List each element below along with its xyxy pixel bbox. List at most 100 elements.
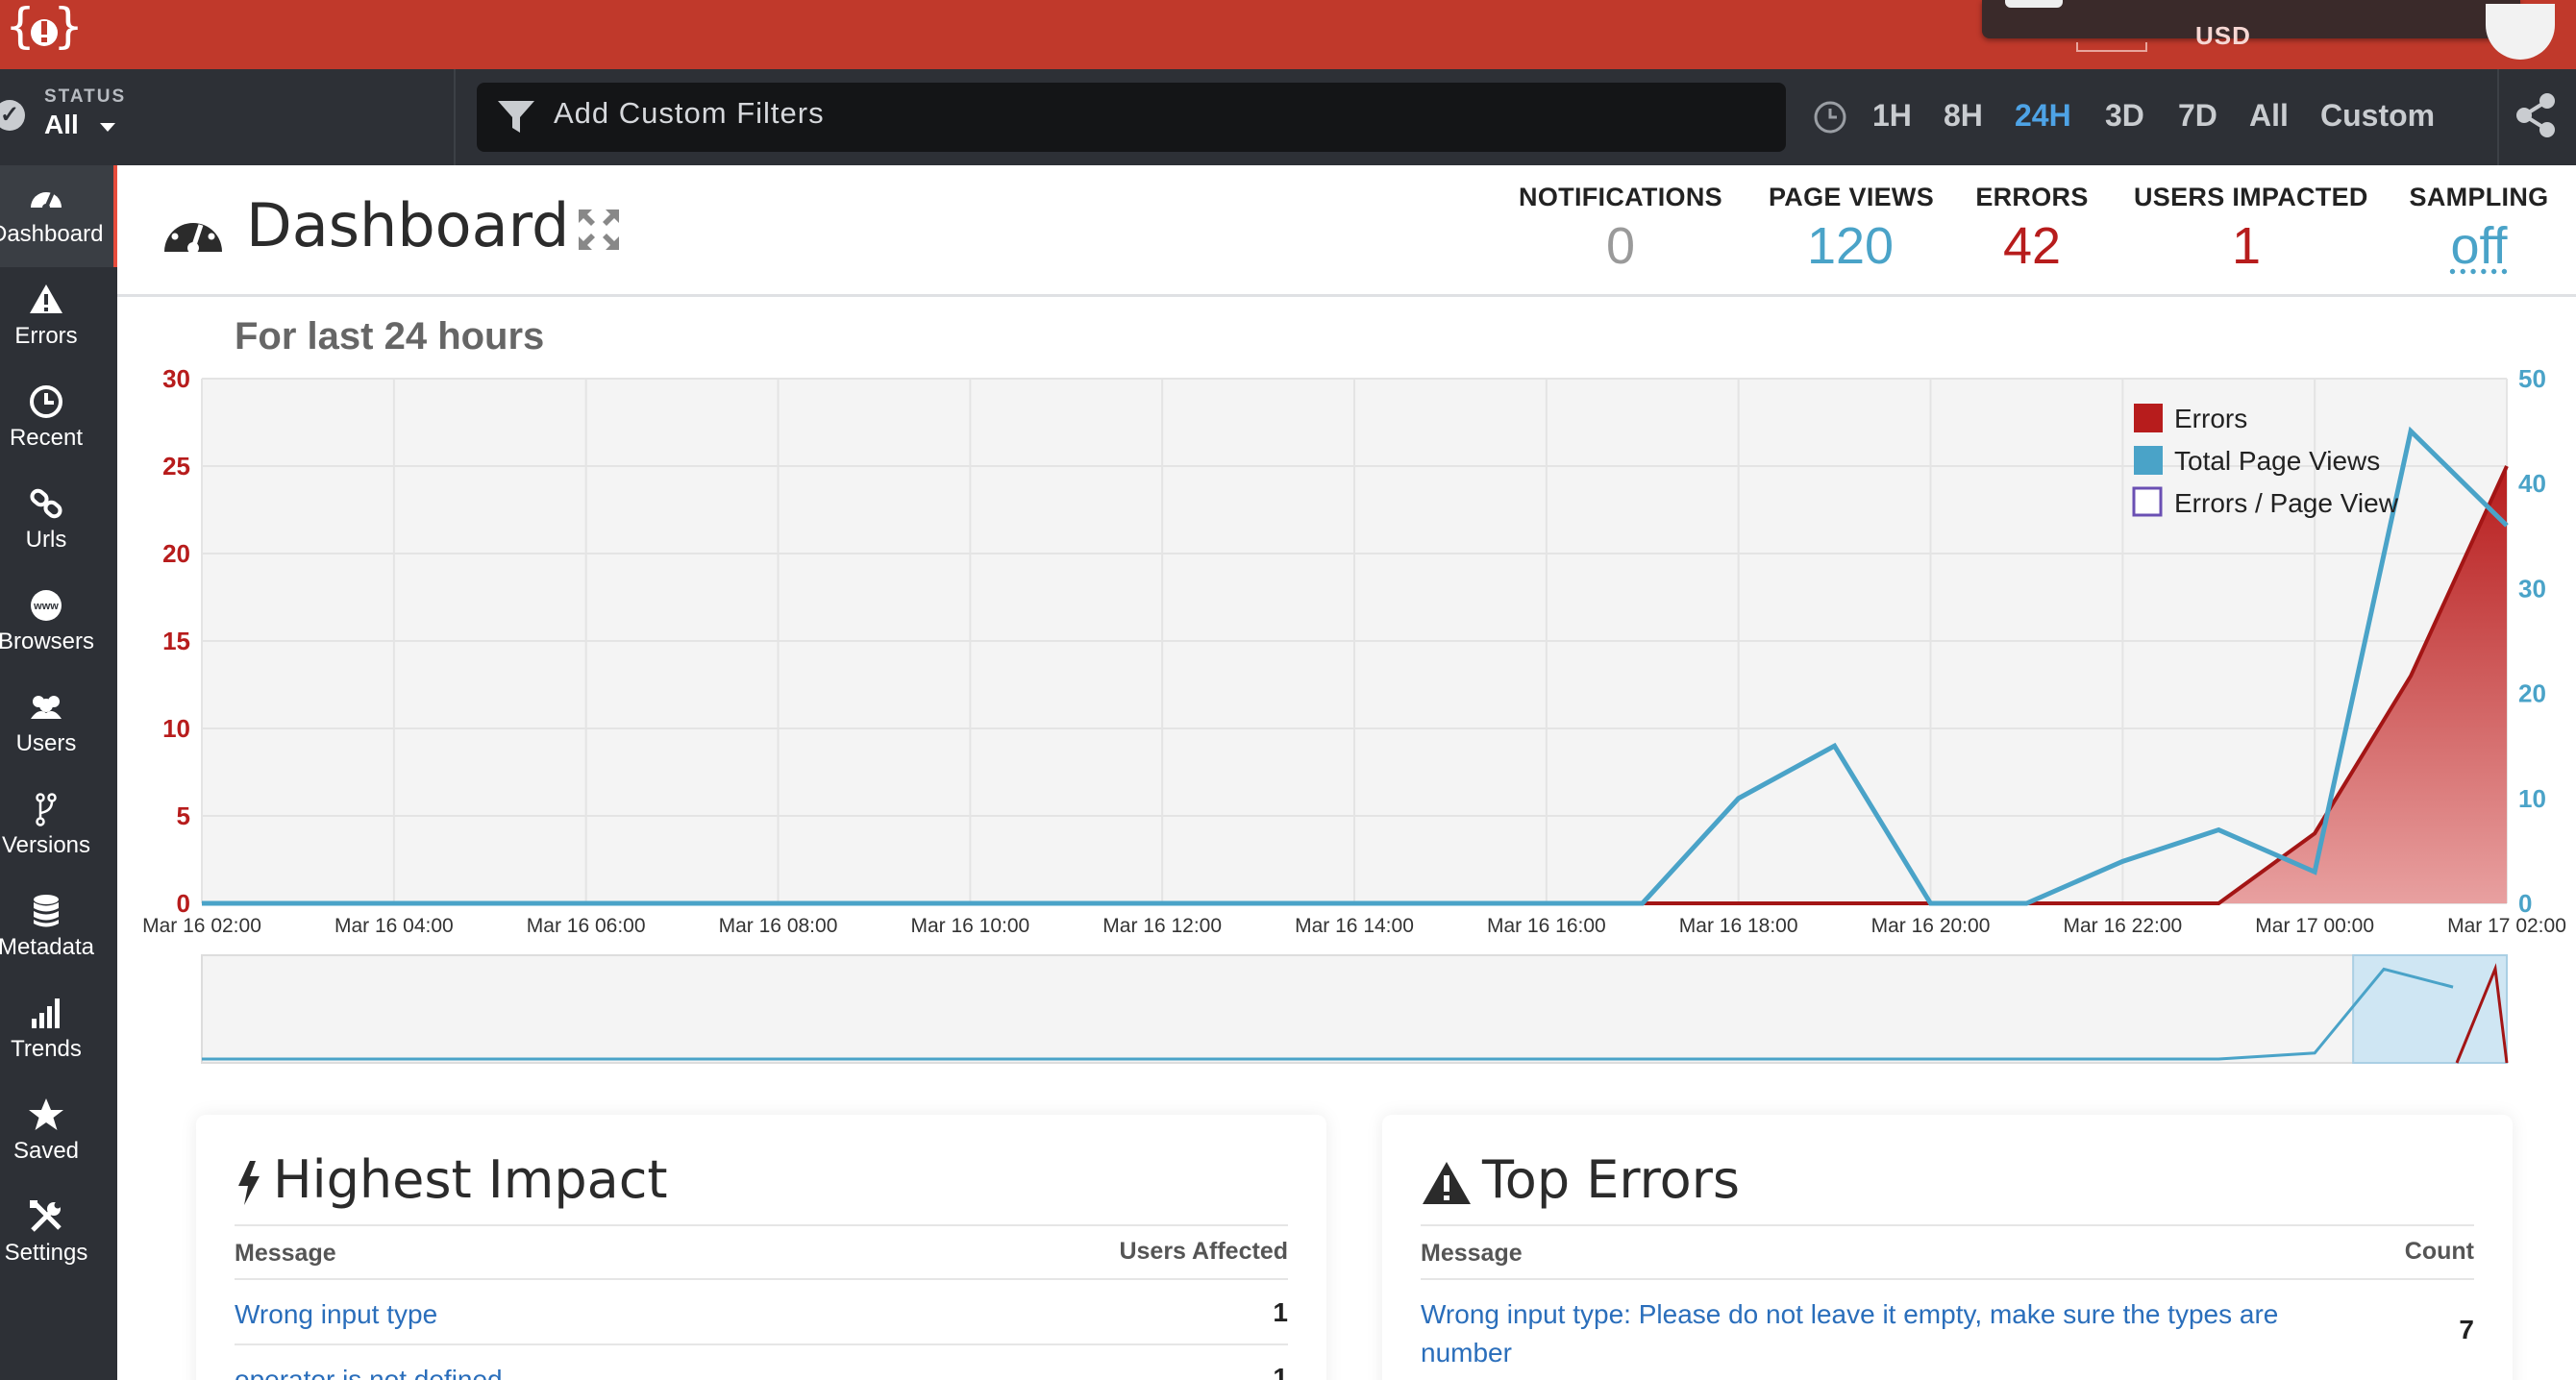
star-icon: [29, 1098, 63, 1130]
chart-subtitle: For last 24 hours: [235, 315, 545, 357]
stat-value: 1: [2231, 217, 2262, 275]
gauge-icon: [31, 191, 62, 211]
table-row[interactable]: operator is not defined 1: [235, 1345, 1288, 1380]
table-row[interactable]: Wrong input type: Please do not leave it…: [1421, 1280, 2474, 1380]
navigator-selection: [2352, 954, 2508, 1064]
stat-errors[interactable]: ERRORS 42: [1972, 183, 2092, 276]
x-tick-label: Mar 17 02:00: [2447, 915, 2566, 937]
bolt-icon: [238, 1161, 260, 1206]
status-dropdown[interactable]: All: [44, 110, 79, 140]
svg-text:}: }: [54, 0, 83, 54]
legend-label: Errors: [2174, 404, 2247, 433]
table-row[interactable]: Wrong input type 1: [235, 1280, 1288, 1345]
sidebar-item-metadata[interactable]: Metadata: [0, 878, 117, 980]
row-count: 1: [1273, 1297, 1288, 1327]
expand-icon[interactable]: [575, 206, 623, 254]
chevron-down-icon[interactable]: [100, 123, 115, 132]
sidebar-item-label: Trends: [11, 1036, 82, 1062]
range-1h[interactable]: 1H: [1872, 98, 1912, 134]
y-right-tick-label: 10: [2518, 784, 2546, 813]
share-icon[interactable]: [2514, 92, 2559, 138]
stat-sampling[interactable]: SAMPLING off: [2407, 183, 2551, 276]
range-3d[interactable]: 3D: [2105, 98, 2144, 134]
sidebar-item-label: Urls: [25, 527, 67, 553]
sidebar-item-label: Saved: [12, 1138, 80, 1164]
legend-swatch: [2134, 404, 2163, 432]
page-title: Dashboard: [246, 190, 570, 260]
legend-swatch: [2134, 446, 2163, 475]
error-link[interactable]: operator is not defined: [235, 1361, 503, 1380]
range-custom[interactable]: Custom: [2320, 98, 2435, 134]
funnel-icon: [498, 101, 534, 133]
panel-title: Highest Impact: [235, 1149, 668, 1210]
stat-label: SAMPLING: [2409, 183, 2549, 211]
y-right-tick-label: 20: [2518, 679, 2546, 708]
currency-box[interactable]: [2076, 42, 2147, 52]
sidebar-item-trends[interactable]: Trends: [0, 980, 117, 1082]
stat-users-impacted[interactable]: USERS IMPACTED 1: [2134, 183, 2367, 276]
legend-label: Total Page Views: [2174, 446, 2380, 476]
y-left-tick-label: 10: [162, 714, 190, 743]
table-header: Message Count: [1421, 1224, 2474, 1280]
error-link[interactable]: Wrong input type: Please do not leave it…: [1421, 1295, 2305, 1372]
highest-impact-panel: Highest Impact Message Users Affected Wr…: [196, 1115, 1326, 1380]
clock-icon: [1814, 101, 1846, 134]
sidebar-item-browsers[interactable]: www Browsers: [0, 573, 117, 675]
range-8h[interactable]: 8H: [1944, 98, 1983, 134]
x-tick-label: Mar 16 20:00: [1871, 915, 1991, 937]
sidebar-item-settings[interactable]: Settings: [0, 1184, 117, 1286]
column-count: Count: [2404, 1238, 2474, 1265]
x-tick-label: Mar 16 10:00: [910, 915, 1029, 937]
y-right-tick-label: 40: [2518, 469, 2546, 498]
row-count: 1: [1273, 1363, 1288, 1380]
errors-pageviews-chart[interactable]: Mar 16 02:00 Mar 16 04:00 Mar 16 06:00 Mar …: [117, 356, 2576, 1086]
tools-icon: [30, 1200, 62, 1232]
sidebar-item-urls[interactable]: Urls: [0, 471, 117, 573]
sidebar-item-errors[interactable]: Errors: [0, 267, 117, 369]
warning-icon: [30, 284, 62, 313]
sidebar: Dashboard Errors Recent Urls www Browser…: [0, 165, 117, 1380]
x-tick-label: Mar 16 18:00: [1679, 915, 1798, 937]
row-count: 7: [2459, 1315, 2474, 1344]
popup-tab: [2005, 0, 2063, 8]
top-errors-panel: Top Errors Message Count Wrong input typ…: [1382, 1115, 2513, 1380]
sidebar-item-label: Versions: [1, 832, 91, 858]
sidebar-item-recent[interactable]: Recent: [0, 369, 117, 471]
sidebar-item-saved[interactable]: Saved: [0, 1082, 117, 1184]
error-link[interactable]: Wrong input type: [235, 1295, 437, 1334]
stat-value[interactable]: off: [2407, 216, 2551, 276]
legend-swatch: [2132, 486, 2163, 517]
divider: [2497, 69, 2499, 165]
stat-value: 120: [1806, 217, 1895, 275]
x-tick-label: Mar 16 14:00: [1295, 915, 1414, 937]
filter-placeholder[interactable]: Add Custom Filters: [554, 96, 825, 131]
y-right-tick-label: 30: [2518, 574, 2546, 603]
bracket-logo-icon[interactable]: { }: [6, 0, 83, 60]
svg-text:www: www: [33, 601, 59, 612]
stat-page-views[interactable]: PAGE VIEWS 120: [1769, 183, 1934, 276]
sidebar-item-users[interactable]: Users: [0, 675, 117, 776]
x-tick-label: Mar 16 22:00: [2063, 915, 2182, 937]
x-tick-label: Mar 16 02:00: [142, 915, 261, 937]
panel-title-text: Highest Impact: [273, 1149, 668, 1210]
y-left-tick-label: 30: [162, 364, 190, 393]
y-right-tick-label: 50: [2518, 364, 2546, 393]
sidebar-item-label: Dashboard: [0, 221, 104, 247]
range-all[interactable]: All: [2249, 98, 2289, 134]
stat-value: 42: [2002, 217, 2062, 275]
sidebar-item-versions[interactable]: Versions: [0, 776, 117, 878]
sidebar-item-label: Users: [15, 730, 77, 756]
stat-value: 0: [1605, 217, 1636, 275]
y-left-tick-label: 5: [177, 801, 190, 830]
table-header: Message Users Affected: [235, 1224, 1288, 1280]
sidebar-item-dashboard[interactable]: Dashboard: [0, 165, 117, 267]
notification-popup[interactable]: [1982, 0, 2520, 38]
y-left-tick-label: 0: [177, 889, 190, 918]
y-left-tick-label: 20: [162, 539, 190, 568]
range-24h[interactable]: 24H: [2015, 98, 2071, 134]
branch-icon: [36, 793, 57, 826]
stat-notifications[interactable]: NOTIFICATIONS 0: [1517, 183, 1724, 276]
range-7d[interactable]: 7D: [2178, 98, 2217, 134]
column-users-affected: Users Affected: [1119, 1238, 1288, 1265]
users-icon: [31, 696, 62, 719]
